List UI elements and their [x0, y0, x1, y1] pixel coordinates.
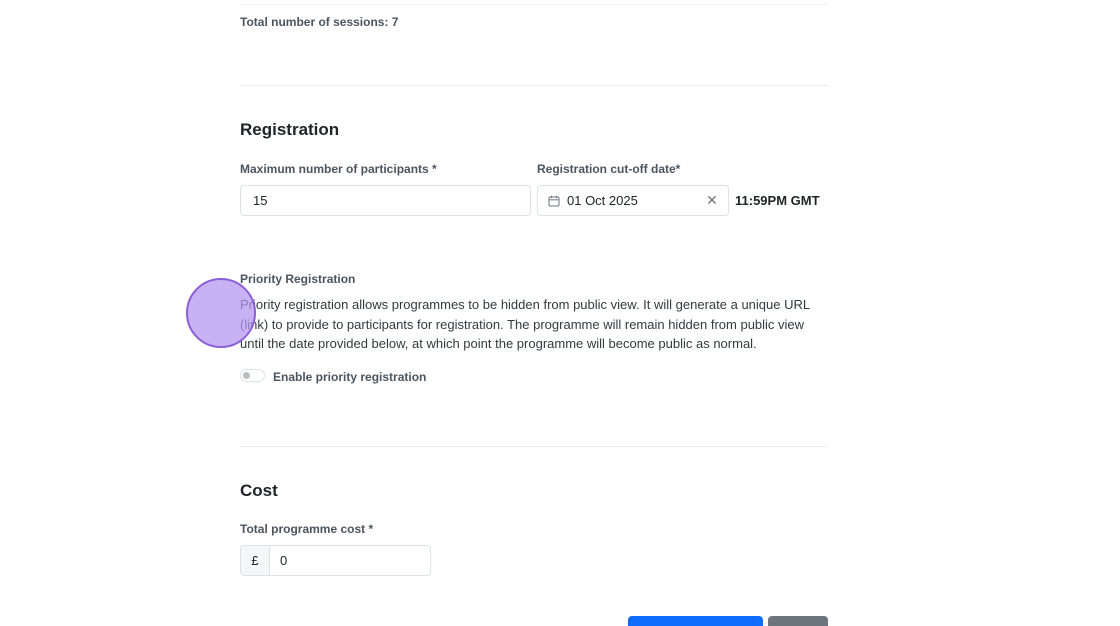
cost-section-title: Cost [240, 481, 278, 500]
total-cost-label: Total programme cost * [240, 522, 374, 536]
cutoff-date-label: Registration cut-off date* [537, 162, 681, 176]
priority-registration-toggle[interactable] [240, 369, 265, 382]
currency-symbol: £ [241, 546, 270, 575]
cutoff-date-picker[interactable]: 01 Oct 2025 ✕ [537, 185, 729, 216]
max-participants-input[interactable]: 15 [240, 185, 531, 216]
secondary-button[interactable] [768, 616, 828, 626]
priority-toggle-label[interactable]: Enable priority registration [273, 370, 426, 384]
toggle-knob [243, 372, 250, 379]
calendar-icon [548, 195, 560, 207]
priority-registration-description: Priority registration allows programmes … [240, 297, 810, 352]
clear-date-icon[interactable]: ✕ [702, 192, 722, 209]
priority-registration-label: Priority Registration [240, 272, 356, 286]
section-divider [240, 85, 828, 86]
cutoff-date-value: 01 Oct 2025 [567, 193, 638, 208]
section-divider [240, 446, 828, 447]
previous-section-edge [240, 0, 828, 5]
programme-form-page: Total number of sessions: 7 Registration… [0, 0, 1120, 626]
max-participants-value: 15 [253, 193, 268, 208]
max-participants-label: Maximum number of participants * [240, 162, 437, 176]
total-cost-input-group: £ 0 [240, 545, 431, 576]
registration-section-title: Registration [240, 120, 340, 139]
primary-submit-button[interactable] [628, 616, 763, 626]
total-sessions-text: Total number of sessions: 7 [240, 15, 399, 29]
cutoff-time-text: 11:59PM GMT [735, 193, 820, 208]
total-cost-input[interactable]: 0 [270, 546, 430, 575]
